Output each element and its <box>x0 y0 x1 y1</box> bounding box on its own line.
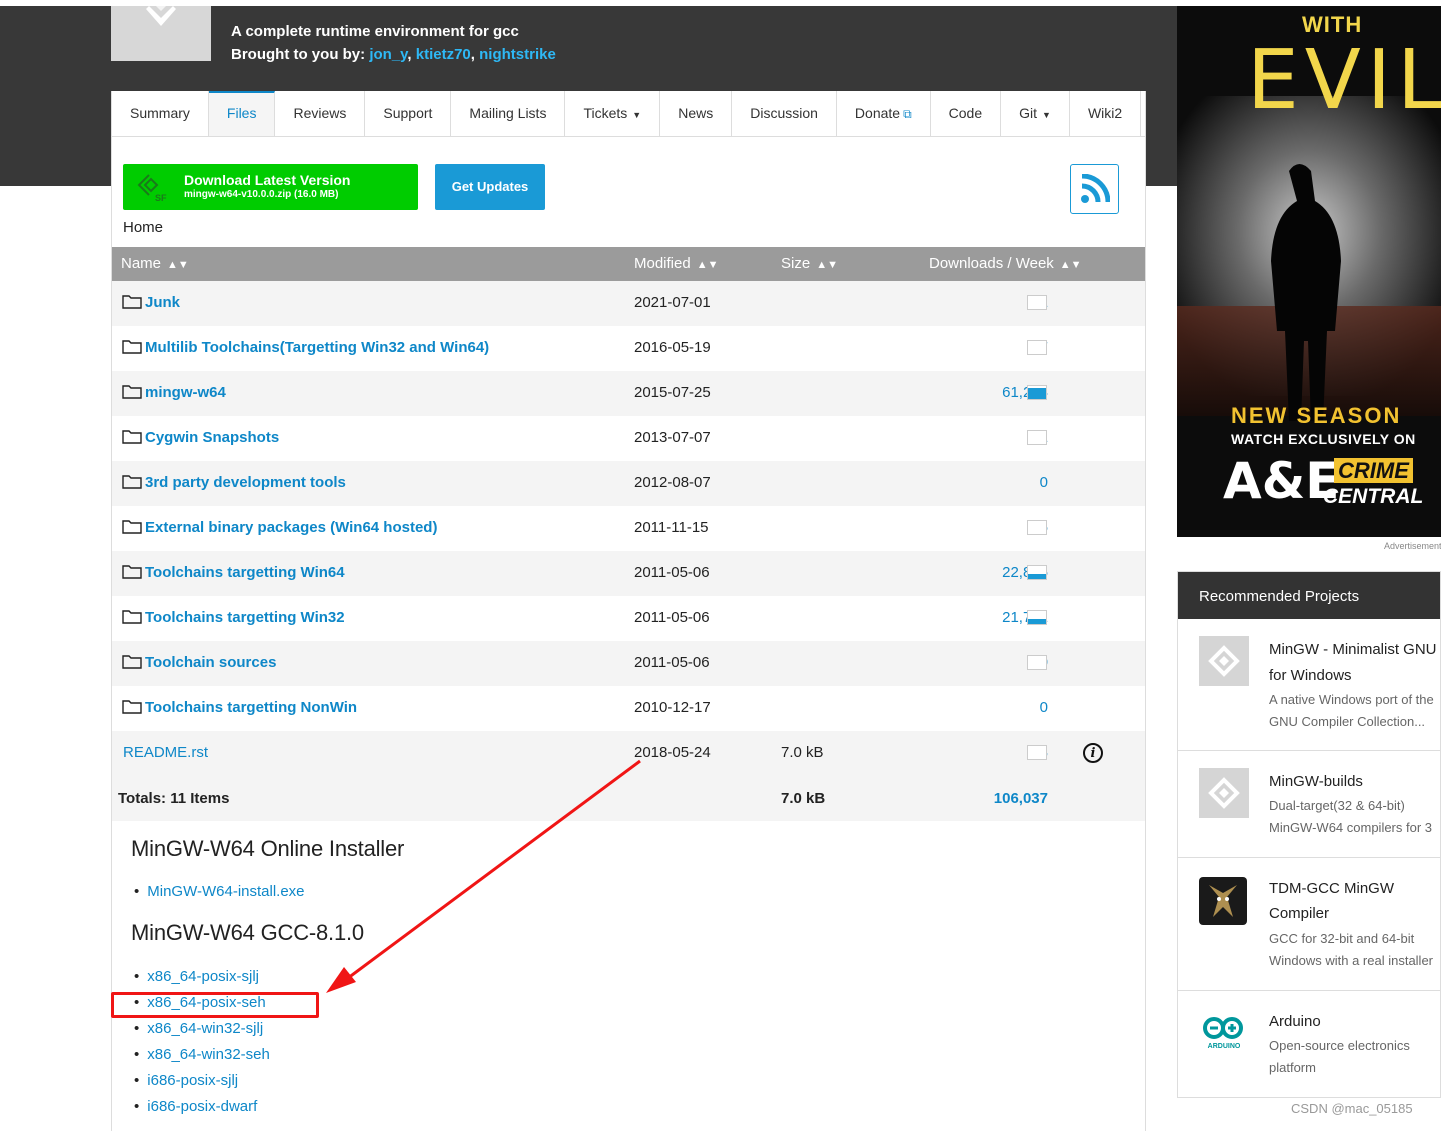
recommended-item-mingw[interactable]: MinGW - Minimalist GNU for Windows A nat… <box>1178 619 1441 751</box>
recommended-heading: Recommended Projects <box>1178 572 1440 619</box>
sf-logo-icon <box>1208 777 1240 809</box>
sf-logo-icon <box>1208 645 1240 677</box>
ad-text-new-season: NEW SEASON <box>1231 403 1402 428</box>
advertisement-label: Advertisement <box>1384 541 1441 551</box>
watermark: CSDN @mac_05185 <box>1291 1101 1413 1116</box>
recommended-desc-line2: Windows with a real installer <box>1269 953 1434 968</box>
recommended-item-mingw-builds[interactable]: MinGW-builds Dual-target(32 & 64-bit) Mi… <box>1178 751 1441 858</box>
recommended-desc: A native Windows port of the <box>1269 692 1434 707</box>
recommended-title-line2: for Windows <box>1269 667 1352 684</box>
project-icon <box>1199 768 1249 818</box>
annotation-highlight-box <box>111 992 319 1018</box>
recommended-item-tdm-gcc[interactable]: TDM-GCC MinGW Compiler GCC for 32-bit an… <box>1178 858 1441 991</box>
recommended-title-line2: Compiler <box>1269 905 1330 922</box>
recommended-item-arduino[interactable]: ARDUINO Arduino Open-source electronics … <box>1178 991 1441 1098</box>
recommended-desc-line2: GNU Compiler Collection... <box>1269 714 1426 729</box>
ad-text-crime: CRIME <box>1334 458 1413 483</box>
recommended-title: MinGW - Minimalist GNU <box>1269 641 1437 658</box>
advertisement-banner[interactable]: WITH EVIL NEW SEASON WATCH EXCLUSIVELY O… <box>1177 6 1441 537</box>
ad-text-evil: EVIL <box>1247 33 1441 128</box>
recommended-desc-line2: MinGW-W64 compilers for 3 <box>1269 820 1433 835</box>
ad-brand-logo: A&E <box>1223 452 1340 510</box>
project-icon <box>1199 636 1249 686</box>
recommended-desc: GCC for 32-bit and 64-bit <box>1269 931 1415 946</box>
recommended-projects: Recommended Projects MinGW - Minimalist … <box>1177 571 1441 1098</box>
ad-text-watch: WATCH EXCLUSIVELY ON <box>1231 431 1416 447</box>
recommended-desc-line2: platform <box>1269 1060 1316 1075</box>
arduino-logo-icon: ARDUINO <box>1199 1013 1249 1063</box>
recommended-desc: Open-source electronics <box>1269 1038 1410 1053</box>
arduino-logo-text: ARDUINO <box>1207 1043 1241 1050</box>
ad-text-central: CENTRAL <box>1323 485 1424 508</box>
recommended-title: Arduino <box>1269 1013 1321 1030</box>
recommended-desc: Dual-target(32 & 64-bit) <box>1269 798 1405 813</box>
recommended-title: TDM-GCC MinGW <box>1269 880 1394 897</box>
tdm-gcc-logo-icon <box>1199 877 1247 925</box>
recommended-title: MinGW-builds <box>1269 773 1363 790</box>
